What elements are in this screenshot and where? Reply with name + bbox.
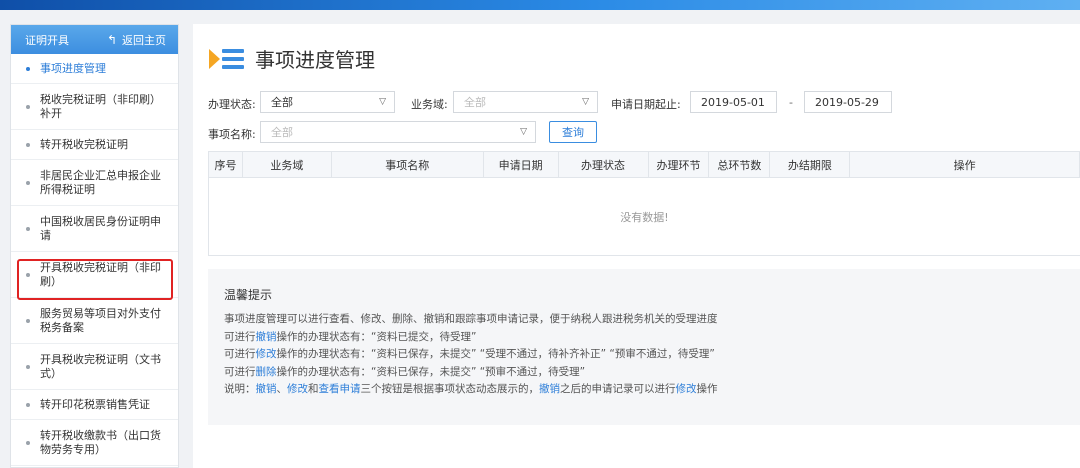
sidebar-item-reissue[interactable]: 税收完税证明（非印刷）补开 [11,84,178,130]
col-index: 序号 [209,152,243,177]
sidebar-item-progress[interactable]: 事项进度管理 [11,54,178,84]
back-arrow-icon: ↰ [106,32,117,47]
sidebar: 证明开具 ↰ 返回主页 事项进度管理 税收完税证明（非印刷）补开 转开税收完税证… [10,24,179,468]
col-status: 办理状态 [559,152,649,177]
tips-panel: 温馨提示 事项进度管理可以进行查看、修改、删除、撤销和跟踪事项申请记录，便于纳税… [208,269,1080,425]
sidebar-item-label: 非居民企业汇总申报企业所得税证明 [40,168,161,196]
domain-label: 业务域: [411,98,448,111]
table-header: 序号 业务域 事项名称 申请日期 办理状态 办理环节 总环节数 办结期限 操作 [209,152,1080,178]
main-panel: 事项进度管理 办理状态: 全部 ▽ 业务域: 全部 ▽ 申请日期起止: 2019… [193,24,1080,468]
view-application-link: 查看申请 [318,383,361,395]
item-name-label: 事项名称: [208,128,256,141]
sidebar-item-resident-cert[interactable]: 中国税收居民身份证明申请 [11,206,178,252]
top-banner [0,0,1080,10]
return-home-link[interactable]: ↰ 返回主页 [107,32,166,48]
sidebar-item-label: 中国税收居民身份证明申请 [40,214,161,242]
bullet-icon [26,440,30,445]
bullet-icon [26,142,30,147]
item-name-placeholder: 全部 [271,126,293,139]
date-separator: - [789,96,793,109]
status-label: 办理状态: [208,98,256,111]
start-date-input[interactable]: 2019-05-01 [690,91,777,113]
end-date-input[interactable]: 2019-05-29 [804,91,892,113]
col-actions: 操作 [850,152,1080,177]
sidebar-item-label: 税收完税证明（非印刷）补开 [40,92,161,120]
sidebar-item-label: 事项进度管理 [40,61,106,75]
bullet-icon [26,104,30,109]
bullet-icon [26,180,30,185]
date-range-label: 申请日期起止: [611,98,681,111]
sidebar-header: 证明开具 ↰ 返回主页 [11,25,178,54]
sidebar-item-label: 转开印花税票销售凭证 [40,397,150,411]
return-home-label: 返回主页 [122,33,166,47]
modify-link: 修改 [287,383,308,395]
col-apply-date: 申请日期 [484,152,559,177]
sidebar-item-label: 开具税收完税证明（非印刷） [40,260,161,288]
sidebar-item-document-style[interactable]: 开具税收完税证明（文书式） [11,344,178,390]
end-date-value: 2019-05-29 [815,95,879,109]
page-title: 事项进度管理 [255,48,375,72]
status-select-value: 全部 [271,96,293,109]
sidebar-item-service-trade[interactable]: 服务贸易等项目对外支付税务备案 [11,298,178,344]
item-name-select[interactable]: 全部 ▽ [260,121,536,143]
bullet-icon [26,402,30,407]
sidebar-item-issue-nonprint[interactable]: 开具税收完税证明（非印刷） [11,252,178,298]
sidebar-item-nonresident[interactable]: 非居民企业汇总申报企业所得税证明 [11,160,178,206]
col-stage: 办理环节 [649,152,710,177]
bullet-icon [26,66,30,71]
start-date-value: 2019-05-01 [701,95,765,109]
bullet-icon [26,318,30,323]
status-select[interactable]: 全部 ▽ [260,91,395,113]
sidebar-item-label: 服务贸易等项目对外支付税务备案 [40,306,161,334]
col-deadline: 办结期限 [770,152,851,177]
bullet-icon [26,364,30,369]
sidebar-item-stamp-tax[interactable]: 转开印花税票销售凭证 [11,390,178,420]
col-item-name: 事项名称 [332,152,484,177]
chevron-down-icon: ▽ [582,97,589,107]
progress-table: 序号 业务域 事项名称 申请日期 办理状态 办理环节 总环节数 办结期限 操作 … [208,151,1080,256]
sidebar-item-label: 转开税收缴款书（出口货物劳务专用） [40,428,161,456]
tip-line-1: 事项进度管理可以进行查看、修改、删除、撤销和跟踪事项申请记录，便于纳税人跟进税务… [224,313,718,325]
empty-state: 没有数据! [620,211,669,224]
modify-link: 修改 [675,383,697,395]
col-total-stages: 总环节数 [709,152,771,177]
delete-link: 删除 [255,365,277,378]
query-button[interactable]: 查询 [549,121,597,143]
bullet-icon [26,272,30,277]
bullet-icon [26,226,30,231]
sidebar-item-label: 开具税收完税证明（文书式） [40,352,161,380]
tip-line-2: 可进行撤销操作的办理状态有：“资料已提交，待受理” [224,330,477,343]
chevron-down-icon: ▽ [520,127,527,137]
revoke-link: 撤销 [255,330,277,343]
tip-line-5: 说明：撤销、修改和查看申请三个按钮是根据事项状态动态展示的，撤销之后的申请记录可… [224,383,718,395]
tips-title: 温馨提示 [224,288,273,302]
sidebar-title: 证明开具 [25,33,69,47]
progress-list-icon [209,45,244,73]
chevron-down-icon: ▽ [379,97,386,107]
revoke-link: 撤销 [255,383,277,395]
domain-select[interactable]: 全部 ▽ [453,91,598,113]
sidebar-item-transfer[interactable]: 转开税收完税证明 [11,130,178,160]
page-header: 事项进度管理 [209,44,375,73]
sidebar-item-export-payment[interactable]: 转开税收缴款书（出口货物劳务专用） [11,420,178,466]
tip-line-3: 可进行修改操作的办理状态有：“资料已保存，未提交” “受理不通过，待补齐补正” … [224,348,715,360]
tip-line-4: 可进行删除操作的办理状态有：“资料已保存，未提交” “预审不通过，待受理” [224,365,586,378]
col-domain: 业务域 [243,152,332,177]
modify-link: 修改 [255,348,277,360]
sidebar-item-label: 转开税收完税证明 [40,137,128,151]
domain-select-placeholder: 全部 [464,96,486,109]
revoke-link: 撤销 [539,383,560,395]
